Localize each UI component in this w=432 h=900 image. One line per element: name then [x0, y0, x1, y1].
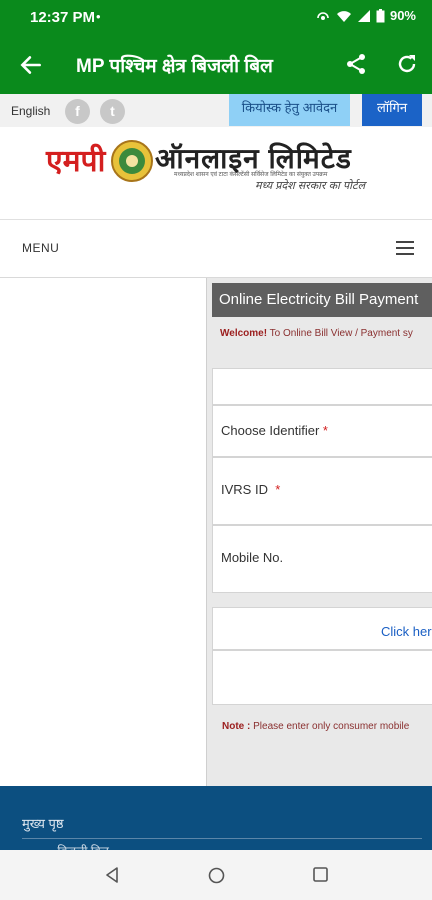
captcha-row [212, 650, 432, 705]
nav-back-icon[interactable] [104, 867, 120, 883]
kiosk-apply-button[interactable]: कियोस्क हेतु आवेदन [229, 94, 350, 126]
note-bold: Note : [222, 721, 251, 732]
ivrs-label: IVRS ID * [221, 482, 281, 497]
mobile-label: Mobile No. [221, 550, 284, 565]
mobile-row[interactable]: Mobile No. [212, 525, 432, 593]
logo-part1: एमपी [46, 145, 106, 178]
hotspot-icon [317, 11, 329, 20]
twitter-icon[interactable]: t [100, 99, 125, 124]
login-button[interactable]: लॉगिन [362, 94, 422, 126]
app-bar: MP पश्चिम क्षेत्र बिजली बिल [0, 36, 432, 94]
site-footer: मुख्य पृष्ठ — बिजली बिल [0, 786, 432, 850]
logo-tagline: मध्य प्रदेश सरकार का पोर्टल [255, 180, 366, 192]
webview: English f t कियोस्क हेतु आवेदन लॉगिन एमप… [0, 94, 432, 850]
notification-dot: • [96, 9, 101, 24]
note-body: Please enter only consumer mobile [250, 721, 410, 732]
nav-home-icon[interactable] [208, 867, 225, 884]
battery-icon [376, 8, 385, 22]
top-strip: English f t कियोस्क हेतु आवेदन लॉगिन [0, 94, 432, 127]
menu-label[interactable]: MENU [22, 241, 59, 255]
welcome-bold: Welcome! [220, 328, 268, 339]
back-arrow-icon[interactable] [18, 52, 44, 78]
left-blank-pane [0, 278, 205, 786]
wifi-icon [336, 10, 351, 22]
status-bar: 12:37 PM • 90% [0, 0, 432, 36]
status-time: 12:37 PM [30, 9, 96, 26]
footer-next-link[interactable]: — बिजली बिल [42, 842, 109, 850]
footer-divider [22, 838, 422, 839]
identifier-label: Choose Identifier * [221, 423, 328, 438]
panel-heading: Online Electricity Bill Payment [212, 283, 432, 317]
hamburger-menu-icon[interactable] [396, 241, 414, 257]
bill-payment-panel: Online Electricity Bill Payment Welcome!… [206, 278, 432, 786]
site-logo: एमपी ऑनलाइन लिमिटेड मध्यप्रदेश शासन एवं … [0, 127, 432, 220]
blank-row [212, 368, 432, 405]
ivrs-row[interactable]: IVRS ID * [212, 457, 432, 525]
footer-home-link[interactable]: मुख्य पृष्ठ [22, 814, 64, 832]
system-nav-bar [0, 850, 432, 900]
menu-bar[interactable]: MENU [0, 220, 432, 278]
note-text: Note : Please enter only consumer mobile [222, 721, 409, 732]
emblem-icon [111, 140, 153, 182]
click-here-row: Click her [212, 607, 432, 650]
refresh-icon[interactable] [395, 52, 419, 76]
click-here-link[interactable]: Click her [381, 624, 432, 639]
share-icon[interactable] [344, 52, 368, 76]
welcome-text: Welcome! To Online Bill View / Payment s… [220, 328, 413, 339]
identifier-row[interactable]: Choose Identifier * [212, 405, 432, 457]
battery-percent: 90% [389, 8, 416, 23]
welcome-body: To Online Bill View / Payment sy [267, 328, 413, 339]
status-icons: 90% [315, 8, 416, 23]
language-link[interactable]: English [11, 104, 50, 118]
signal-icon [357, 9, 370, 22]
nav-recents-icon[interactable] [313, 867, 328, 882]
app-title: MP पश्चिम क्षेत्र बिजली बिल [76, 56, 273, 77]
facebook-icon[interactable]: f [65, 99, 90, 124]
